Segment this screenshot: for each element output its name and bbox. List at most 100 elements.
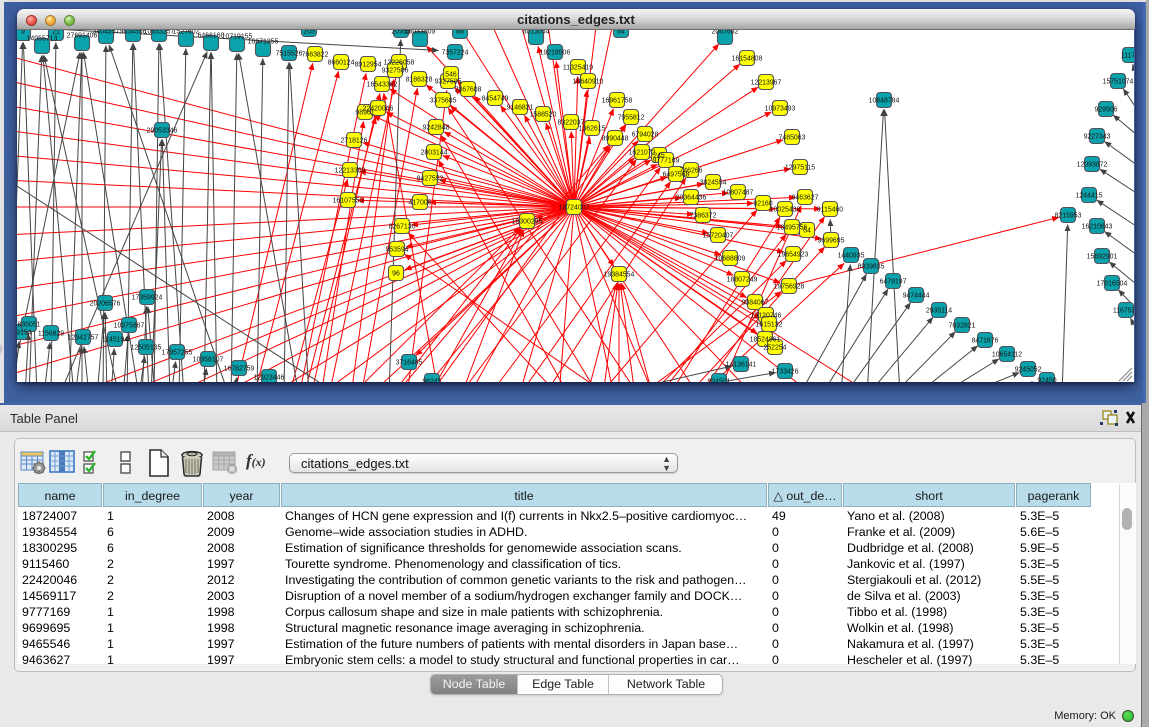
- svg-text:16210643: 16210643: [1082, 224, 1113, 231]
- svg-text:22420046: 22420046: [363, 106, 394, 113]
- svg-text:11175: 11175: [1121, 53, 1134, 60]
- svg-text:8215953: 8215953: [1055, 213, 1082, 220]
- svg-text:939154: 939154: [17, 330, 32, 337]
- svg-text:417006: 417006: [409, 200, 432, 207]
- svg-text:18724007: 18724007: [559, 205, 590, 212]
- svg-text:929906: 929906: [1095, 107, 1118, 114]
- svg-text:7357224: 7357224: [442, 50, 469, 57]
- svg-text:8912954: 8912954: [355, 62, 382, 69]
- svg-text:8660124: 8660124: [328, 60, 355, 67]
- svg-text:6466160: 6466160: [198, 33, 225, 40]
- svg-text:8813054: 8813054: [523, 30, 550, 36]
- svg-text:9474444: 9474444: [903, 293, 930, 300]
- svg-text:1588520: 1588520: [530, 112, 557, 119]
- svg-text:9699695: 9699695: [818, 238, 845, 245]
- svg-text:92450: 92450: [1037, 378, 1056, 382]
- svg-text:13226058: 13226058: [384, 60, 415, 67]
- svg-text:29053346: 29053346: [147, 128, 178, 135]
- svg-text:10688609: 10688609: [715, 256, 746, 263]
- svg-text:16154808: 16154808: [732, 56, 763, 63]
- svg-text:9634556: 9634556: [120, 30, 147, 36]
- svg-text:835051: 835051: [18, 322, 41, 329]
- svg-text:18524861: 18524861: [750, 337, 781, 344]
- svg-text:20364436: 20364436: [676, 195, 707, 202]
- svg-text:1244415: 1244415: [1076, 193, 1103, 200]
- svg-text:15692901: 15692901: [1087, 254, 1118, 261]
- svg-text:9: 9: [21, 30, 25, 36]
- svg-text:9327506: 9327506: [382, 68, 409, 75]
- svg-text:6479197: 6479197: [880, 279, 907, 286]
- svg-text:8471676: 8471676: [972, 338, 999, 345]
- svg-text:8427552: 8427552: [417, 176, 444, 183]
- svg-text:16782759: 16782759: [224, 366, 255, 373]
- svg-text:924501: 924501: [708, 379, 731, 382]
- svg-text:7386372: 7386372: [690, 213, 717, 220]
- svg-text:1615132: 1615132: [756, 322, 783, 329]
- svg-text:14055713: 14055713: [27, 36, 58, 43]
- svg-text:9777169: 9777169: [653, 158, 680, 165]
- svg-text:12975115: 12975115: [785, 165, 815, 172]
- svg-text:17957255: 17957255: [162, 350, 193, 357]
- svg-text:16961758: 16961758: [602, 98, 633, 105]
- svg-text:3375685: 3375685: [430, 98, 457, 105]
- svg-text:7632821: 7632821: [949, 323, 976, 330]
- svg-text:2935114: 2935114: [926, 308, 952, 315]
- svg-text:9463627: 9463627: [792, 195, 819, 202]
- svg-text:1362615: 1362615: [579, 126, 606, 133]
- svg-text:1156829: 1156829: [38, 331, 64, 338]
- svg-text:1733426: 1733426: [772, 369, 799, 376]
- svg-text:19756928: 19756928: [774, 284, 805, 291]
- svg-text:16107553: 16107553: [333, 198, 364, 205]
- svg-text:18640910: 18640910: [573, 79, 604, 86]
- svg-text:2803144: 2803144: [421, 150, 448, 157]
- svg-text:16033809: 16033809: [405, 30, 436, 36]
- svg-text:12213967: 12213967: [751, 80, 782, 87]
- svg-text:8990448: 8990448: [602, 136, 629, 143]
- svg-text:6497568: 6497568: [663, 172, 690, 179]
- svg-text:21: 21: [52, 30, 60, 36]
- svg-text:84: 84: [617, 30, 625, 36]
- svg-text:953594: 953594: [386, 247, 409, 254]
- svg-text:11325419: 11325419: [563, 65, 593, 72]
- svg-text:9084067: 9084067: [742, 300, 769, 307]
- svg-text:2087682: 2087682: [712, 30, 739, 36]
- svg-text:3824554: 3824554: [700, 180, 727, 187]
- svg-text:3716485: 3716485: [396, 360, 423, 367]
- svg-text:7485063: 7485063: [779, 135, 806, 142]
- svg-text:6794028: 6794028: [632, 132, 659, 139]
- svg-text:10025438: 10025438: [770, 207, 801, 214]
- svg-text:10654112: 10654112: [992, 352, 1022, 359]
- svg-text:16543362: 16543362: [367, 82, 398, 89]
- svg-text:20206576: 20206576: [90, 301, 121, 308]
- svg-text:10973493: 10973493: [765, 106, 796, 113]
- svg-text:252254: 252254: [764, 345, 787, 352]
- svg-text:8186328: 8186328: [406, 77, 433, 84]
- svg-text:9242848: 9242848: [423, 125, 450, 132]
- svg-text:96245: 96245: [422, 379, 441, 382]
- svg-text:9115460: 9115460: [817, 207, 843, 214]
- svg-text:12505135: 12505135: [131, 345, 162, 352]
- svg-text:10975867: 10975867: [114, 323, 145, 330]
- svg-text:88: 88: [456, 30, 464, 36]
- svg-text:17359924: 17359924: [132, 295, 163, 302]
- svg-text:1527602: 1527602: [173, 30, 200, 36]
- svg-text:2718126: 2718126: [341, 138, 368, 145]
- svg-text:18300295: 18300295: [512, 219, 543, 226]
- svg-text:9146821: 9146821: [507, 105, 534, 112]
- svg-text:546: 546: [445, 72, 457, 79]
- svg-text:10807487: 10807487: [723, 190, 754, 197]
- svg-text:16671355: 16671355: [248, 39, 279, 46]
- svg-text:9327505: 9327505: [435, 79, 462, 86]
- svg-text:9227343: 9227343: [1084, 134, 1111, 141]
- svg-text:205: 205: [303, 30, 315, 36]
- svg-text:10653257: 10653257: [144, 30, 175, 36]
- svg-text:1167534: 1167534: [1113, 308, 1134, 315]
- svg-text:19654923: 19654923: [778, 252, 809, 259]
- svg-text:8939835: 8939835: [858, 264, 885, 271]
- svg-text:7955812: 7955812: [618, 115, 645, 122]
- svg-text:10958107: 10958107: [193, 357, 224, 364]
- svg-text:9245052: 9245052: [1015, 367, 1042, 374]
- svg-text:1621072: 1621072: [629, 150, 656, 157]
- svg-text:19384554: 19384554: [604, 272, 635, 279]
- svg-text:64: 64: [803, 228, 811, 235]
